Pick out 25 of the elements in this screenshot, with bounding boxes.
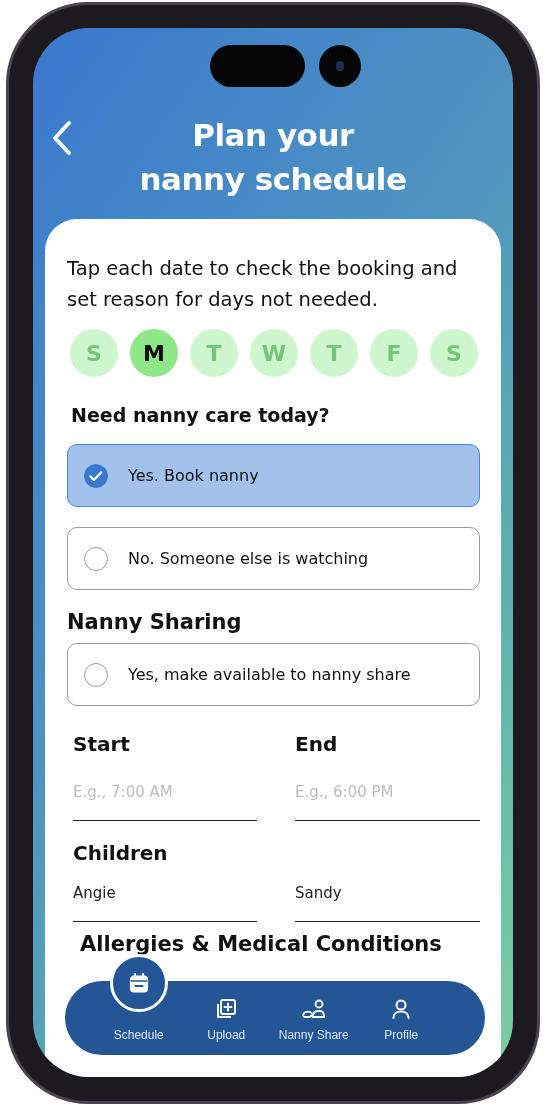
page-title: Plan your nanny schedule	[139, 116, 407, 199]
section-heading: Need nanny care today?	[71, 404, 331, 426]
nav-tab[interactable]: Upload	[182, 981, 270, 1055]
people-icon	[300, 998, 327, 1020]
nav-tab[interactable]: Nanny Share	[270, 981, 358, 1055]
time-input-field[interactable]: E.g., 7:00 AM	[73, 775, 257, 821]
child-input-field[interactable]: Angie	[73, 876, 257, 922]
add-image-icon	[215, 998, 238, 1020]
option-button[interactable]: Yes, make available to nanny share	[67, 643, 480, 706]
section-heading: Children	[73, 841, 169, 865]
back-icon[interactable]	[51, 120, 73, 156]
option-button[interactable]: Yes. Book nanny	[67, 444, 480, 507]
section-heading: Allergies & Medical Conditions	[80, 932, 443, 956]
child-input-field[interactable]: Sandy	[295, 876, 480, 922]
field-label: Start	[73, 732, 131, 756]
calendar-icon	[127, 972, 150, 994]
instructions-text: Tap each date to check the booking and set reason for days not needed.	[67, 256, 459, 313]
camera-lens	[318, 45, 361, 87]
nav-tab[interactable]: Schedule	[95, 954, 183, 1055]
nav-tab[interactable]: Profile	[357, 981, 445, 1055]
day-button[interactable]: M	[130, 329, 178, 377]
time-input-field[interactable]: E.g., 6:00 PM	[295, 775, 480, 821]
field-label: End	[295, 732, 339, 756]
option-button[interactable]: No. Someone else is watching	[67, 527, 480, 590]
section-heading: Nanny Sharing	[67, 610, 243, 634]
